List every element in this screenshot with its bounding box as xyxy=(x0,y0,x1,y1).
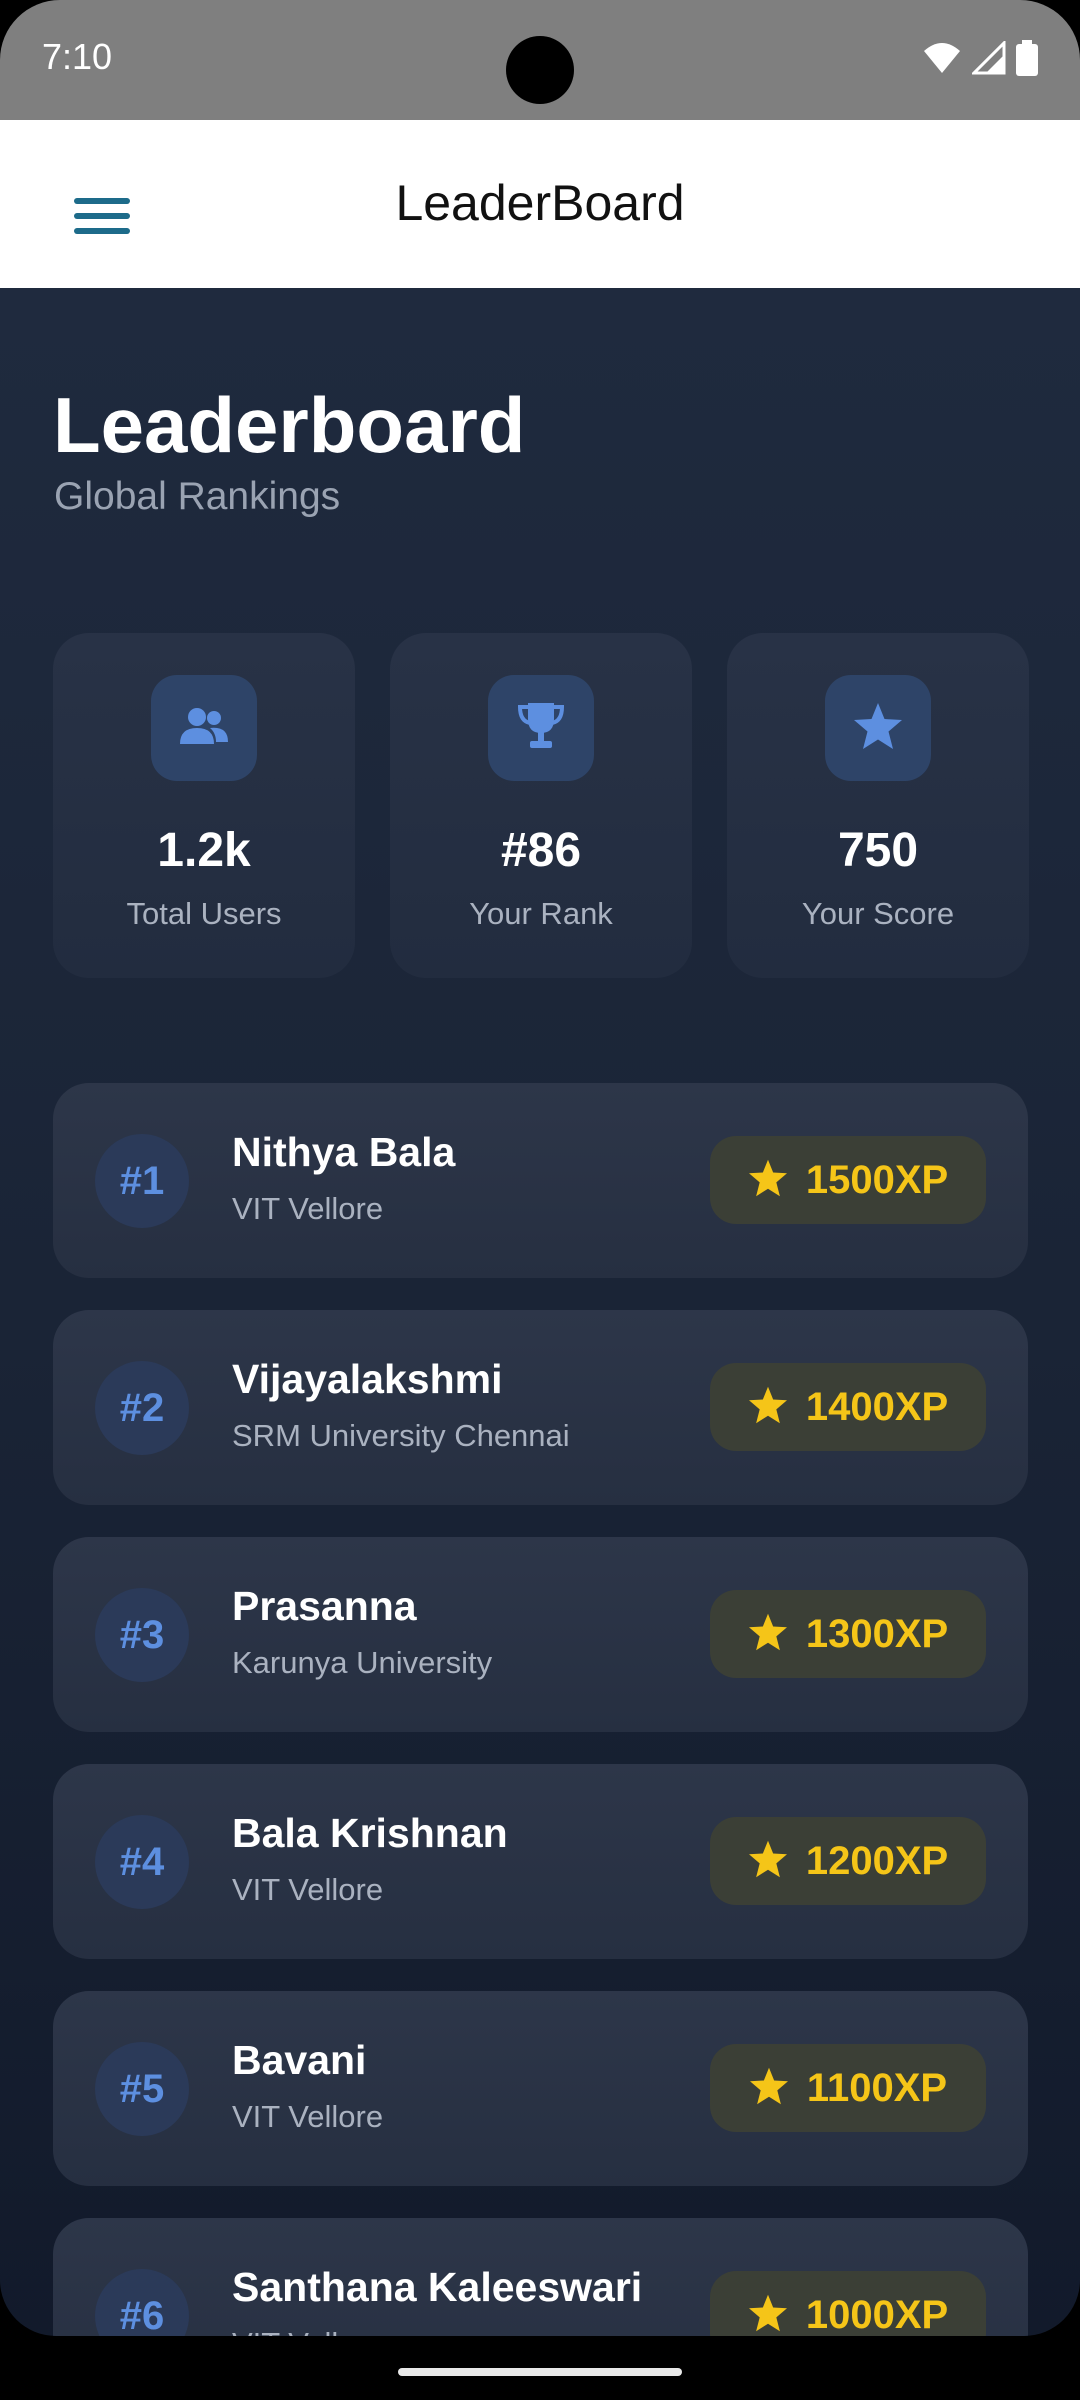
battery-icon xyxy=(1016,40,1038,81)
app-bar: LeaderBoard xyxy=(0,120,1080,288)
camera-cutout xyxy=(506,36,574,104)
rank-badge: #1 xyxy=(95,1134,189,1228)
rank-badge: #3 xyxy=(95,1588,189,1682)
user-university: SRM University Chennai xyxy=(232,1418,570,1453)
wifi-icon xyxy=(922,41,962,80)
user-university: VIT Vellore xyxy=(232,2099,384,2134)
xp-value: 1200XP xyxy=(805,1838,949,1883)
xp-badge: 1200XP xyxy=(710,1817,986,1905)
user-university: VIT Vellore xyxy=(232,2326,383,2336)
user-name: Santhana Kaleeswari xyxy=(232,2264,643,2310)
leaderboard-row[interactable]: #3 Prasanna Karunya University 1300XP xyxy=(53,1537,1028,1732)
page-subtitle: Global Rankings xyxy=(54,475,341,518)
navigation-bar xyxy=(0,2336,1080,2400)
signal-icon xyxy=(970,39,1006,80)
xp-value: 1400XP xyxy=(805,1384,949,1429)
xp-value: 1300XP xyxy=(805,1611,949,1656)
xp-badge: 1300XP xyxy=(710,1590,986,1678)
stat-card-total-users: 1.2k Total Users xyxy=(53,633,355,978)
star-icon xyxy=(749,2067,789,2110)
stat-icon-box xyxy=(825,675,931,781)
phone-screen: 7:10 LeaderBoard Leaderboard Global Rank… xyxy=(0,0,1080,2400)
xp-value: 1000XP xyxy=(805,2292,949,2337)
star-icon xyxy=(748,1613,788,1656)
status-time: 7:10 xyxy=(42,36,113,77)
stat-icon-box xyxy=(151,675,257,781)
rank-badge: #5 xyxy=(95,2042,189,2136)
rank-badge: #4 xyxy=(95,1815,189,1909)
star-icon xyxy=(748,1840,788,1883)
user-university: VIT Vellore xyxy=(232,1872,384,1907)
leaderboard-row[interactable]: #2 Vijayalakshmi SRM University Chennai … xyxy=(53,1310,1028,1505)
xp-badge: 1100XP xyxy=(710,2044,986,2132)
star-icon xyxy=(853,702,903,755)
xp-value: 1500XP xyxy=(805,1157,949,1202)
user-name: Bavani xyxy=(232,2037,367,2083)
rank-badge: #2 xyxy=(95,1361,189,1455)
app-bar-title: LeaderBoard xyxy=(395,175,685,231)
status-bar: 7:10 xyxy=(0,0,1080,120)
users-icon xyxy=(178,706,230,751)
leaderboard-content[interactable]: Leaderboard Global Rankings 1.2k Total U… xyxy=(0,288,1080,2336)
star-icon xyxy=(748,2294,788,2337)
stat-label: Total Users xyxy=(126,896,282,931)
xp-value: 1100XP xyxy=(806,2065,948,2110)
star-icon xyxy=(748,1159,788,1202)
leaderboard-row[interactable]: #6 Santhana Kaleeswari VIT Vellore 1000X… xyxy=(53,2218,1028,2336)
stat-value: 1.2k xyxy=(157,824,251,877)
leaderboard-row[interactable]: #5 Bavani VIT Vellore 1100XP xyxy=(53,1991,1028,2186)
leaderboard-row[interactable]: #1 Nithya Bala VIT Vellore 1500XP xyxy=(53,1083,1028,1278)
page-title: Leaderboard xyxy=(53,381,526,469)
stat-label: Your Score xyxy=(801,896,955,931)
rank-badge: #6 xyxy=(95,2269,189,2336)
stat-card-your-rank: #86 Your Rank xyxy=(390,633,692,978)
star-icon xyxy=(748,1386,788,1429)
user-name: Nithya Bala xyxy=(232,1129,456,1175)
home-indicator[interactable] xyxy=(398,2368,682,2376)
xp-badge: 1000XP xyxy=(710,2271,986,2336)
stat-value: #86 xyxy=(500,824,582,877)
status-icons xyxy=(922,39,1038,81)
stat-card-your-score: 750 Your Score xyxy=(727,633,1029,978)
stat-value: 750 xyxy=(837,824,919,877)
user-university: Karunya University xyxy=(232,1645,493,1680)
xp-badge: 1500XP xyxy=(710,1136,986,1224)
stat-icon-box xyxy=(488,675,594,781)
stats-row: 1.2k Total Users #86 Your Rank 750 Your … xyxy=(53,633,1029,978)
user-university: VIT Vellore xyxy=(232,1191,384,1226)
leaderboard-row[interactable]: #4 Bala Krishnan VIT Vellore 1200XP xyxy=(53,1764,1028,1959)
trophy-icon xyxy=(517,701,565,756)
stat-label: Your Rank xyxy=(469,896,613,931)
user-name: Prasanna xyxy=(232,1583,417,1629)
user-name: Vijayalakshmi xyxy=(232,1356,503,1402)
xp-badge: 1400XP xyxy=(710,1363,986,1451)
user-name: Bala Krishnan xyxy=(232,1810,508,1856)
